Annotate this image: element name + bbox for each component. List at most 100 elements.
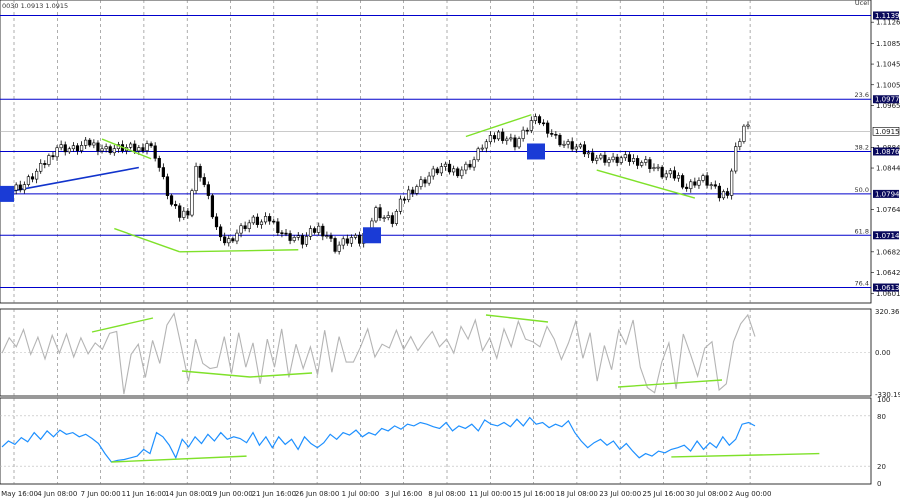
level-price-label: 1.0613 [875, 284, 900, 292]
candle-body [259, 221, 264, 225]
candle-body [308, 228, 313, 237]
candle-body [313, 228, 317, 233]
candle-body [738, 141, 742, 147]
candle-body [190, 190, 194, 216]
candle-body [447, 163, 452, 173]
cci-tick-label: 0.00 [875, 349, 891, 357]
candle-body [415, 186, 419, 194]
level-price-label: 1.0977 [875, 96, 900, 104]
candle-body [214, 216, 219, 228]
candle-body [333, 238, 337, 252]
candle-body [627, 154, 632, 162]
candle-body [656, 166, 660, 169]
candle-body [636, 158, 640, 166]
candle-body [337, 244, 341, 252]
candle-body [112, 148, 116, 154]
fib-level-label: 38.2 [855, 143, 869, 151]
candle-body [578, 144, 582, 148]
candle-body [96, 142, 100, 152]
candle-body [304, 236, 309, 245]
candle-body [697, 180, 701, 186]
candle-body [137, 147, 141, 152]
rsi-tick-label: 80 [877, 413, 886, 421]
candle-body [223, 236, 227, 244]
candle-body [218, 226, 223, 238]
candle-body [501, 131, 505, 141]
candle-body [198, 165, 202, 178]
time-axis: 30 May 16:004 Jun 08:00 7 Jun 00:0011 Jun… [0, 490, 771, 498]
candle-body [574, 146, 578, 150]
candle-body [660, 166, 664, 178]
candle-body [742, 125, 746, 142]
candle-body [562, 143, 566, 146]
candle-body [603, 154, 607, 163]
rsi-tick-label: 20 [877, 463, 886, 471]
time-tick-label: 11 Jul 00:00 [469, 490, 511, 498]
candle-body [680, 175, 685, 188]
candle-body [71, 145, 76, 150]
candle-body [586, 152, 591, 155]
candle-body [607, 159, 611, 163]
price-axis: 1.11261.10851.10451.10051.09651.08841.08… [871, 11, 900, 298]
candle-body [725, 191, 730, 196]
candle-body [554, 134, 558, 136]
time-tick-label: 15 Jul 16:00 [513, 490, 555, 498]
candle-body [468, 163, 472, 168]
time-tick-label: 30 Jul 08:00 [686, 490, 728, 498]
fractal-box-marker [363, 227, 381, 244]
candle-body [668, 170, 672, 175]
candle-body [276, 221, 280, 233]
candle-body [721, 191, 726, 199]
candle-body [51, 155, 55, 158]
candle-body [47, 155, 51, 165]
candle-body [325, 235, 329, 237]
candle-body [734, 146, 738, 172]
rsi-tick-label: 0 [877, 480, 881, 488]
candle-body [398, 198, 403, 212]
candle-body [402, 198, 407, 201]
candle-body [321, 225, 325, 237]
price-tick-label: 1.1085 [876, 40, 900, 48]
candle-body [701, 175, 705, 181]
candle-body [63, 144, 67, 153]
candle-body [546, 122, 550, 134]
candle-body [169, 195, 174, 205]
candle-body [431, 168, 435, 177]
cci-tick-label: 320.3615 [875, 308, 900, 316]
candle-body [210, 195, 215, 218]
rsi-tick-label: 100 [877, 396, 890, 404]
candle-body [382, 217, 386, 219]
candle-body [497, 131, 501, 140]
cci-panel [0, 308, 872, 397]
candle-body [67, 148, 71, 153]
candle-body [386, 215, 390, 218]
candle-body [709, 184, 713, 186]
time-tick-label: 4 Jun 08:00 [37, 490, 77, 498]
candle-body [272, 220, 276, 223]
candle-body [464, 163, 468, 171]
candle-body [488, 135, 493, 143]
candle-body [452, 168, 456, 173]
candle-body [329, 235, 333, 239]
time-tick-label: 3 Jul 16:00 [385, 490, 423, 498]
candle-body [509, 137, 513, 140]
time-tick-label: 11 Jun 16:00 [122, 490, 166, 498]
candle-body [59, 144, 63, 149]
candle-body [456, 168, 460, 177]
price-tick-label: 1.1045 [876, 61, 900, 69]
candle-body [186, 210, 190, 216]
candle-body [505, 138, 509, 141]
candle-body [648, 159, 652, 169]
candle-body [582, 144, 587, 155]
price-tick-label: 1.0682 [876, 248, 900, 256]
candle-body [26, 176, 31, 185]
candle-body [693, 181, 697, 186]
candle-body [43, 163, 47, 165]
candle-body [623, 154, 627, 159]
level-price-label: 1.1139 [875, 12, 900, 20]
candle-body [484, 141, 488, 149]
candle-body [18, 184, 22, 191]
rsi-plot-area [0, 397, 872, 485]
price-panel: 23.6 38.2 50.0 61.8 76.4 Ucel 0030 1.0913 1.0… [0, 0, 872, 304]
candle-body [280, 232, 284, 234]
